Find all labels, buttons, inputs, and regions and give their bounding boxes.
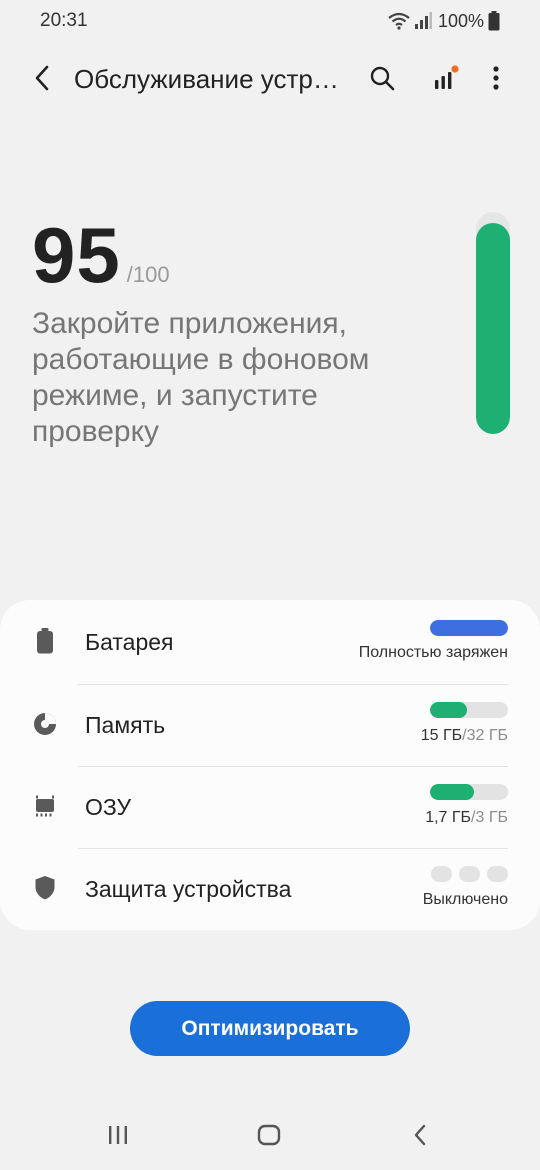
storage-used: 15 ГБ xyxy=(420,727,463,744)
home-icon xyxy=(257,1124,281,1151)
battery-meter-fill xyxy=(430,620,508,636)
ram-total: /3 ГБ xyxy=(471,809,508,826)
ram-used: 1,7 ГБ xyxy=(425,809,472,826)
chevron-left-icon xyxy=(33,64,51,97)
battery-percentage: 100% xyxy=(437,10,484,31)
list-item-storage[interactable]: Память 15 ГБ/32 ГБ xyxy=(0,684,540,766)
ram-status: 1,7 ГБ/3 ГБ xyxy=(425,809,508,827)
security-indicator xyxy=(431,866,508,882)
score-value: 95 xyxy=(32,211,121,299)
app-bar: Обслуживание устройства xyxy=(0,50,540,110)
shield-icon xyxy=(32,875,58,901)
list-item-security[interactable]: Защита устройства Выключено xyxy=(0,848,540,930)
indicator-dot xyxy=(487,866,508,882)
storage-status: 15 ГБ/32 ГБ xyxy=(421,727,508,745)
list-item-label: Защита устройства xyxy=(85,876,292,902)
list-item-label: Батарея xyxy=(85,629,174,655)
signal-bars-icon xyxy=(432,64,460,97)
score-message: Закройте приложения, работающие в фоново… xyxy=(32,307,370,448)
score-max: /100 xyxy=(126,262,170,287)
list-item-label: Память xyxy=(85,712,166,738)
list-item-battery[interactable]: Батарея Полностью заряжен xyxy=(0,600,540,682)
diagnostics-button[interactable] xyxy=(428,62,464,98)
status-time: 20:31 xyxy=(40,10,88,31)
score-bar-fill xyxy=(476,223,510,434)
battery-icon xyxy=(32,628,58,654)
home-button[interactable] xyxy=(249,1122,289,1152)
device-score: 95 /100 xyxy=(32,210,170,301)
security-status: Выключено xyxy=(422,891,508,908)
status-card: Батарея Полностью заряжен Память 15 ГБ/3… xyxy=(0,600,540,930)
back-button[interactable] xyxy=(24,62,60,98)
battery-meter xyxy=(430,620,508,636)
status-icons: 100% xyxy=(388,9,500,33)
storage-meter xyxy=(430,702,508,718)
more-options-button[interactable] xyxy=(478,62,514,98)
back-icon xyxy=(413,1124,427,1151)
wifi-icon xyxy=(388,12,410,30)
recents-button[interactable] xyxy=(98,1122,138,1152)
memory-chip-icon xyxy=(32,793,58,819)
recents-icon xyxy=(107,1125,129,1150)
search-icon xyxy=(369,65,395,96)
storage-pie-icon xyxy=(32,711,58,737)
battery-status-icon xyxy=(488,11,500,31)
battery-status: Полностью заряжен xyxy=(358,644,508,661)
more-vertical-icon xyxy=(492,65,500,96)
ram-meter-fill xyxy=(430,784,475,800)
status-bar: 20:31 100% xyxy=(0,0,540,44)
list-item-ram[interactable]: ОЗУ 1,7 ГБ/3 ГБ xyxy=(0,766,540,848)
indicator-dot xyxy=(431,866,452,882)
score-bar xyxy=(476,212,510,434)
cellular-signal-icon xyxy=(414,12,432,30)
storage-total: /32 ГБ xyxy=(462,727,508,744)
indicator-dot xyxy=(459,866,480,882)
list-item-label: ОЗУ xyxy=(85,794,132,820)
ram-meter xyxy=(430,784,508,800)
system-back-button[interactable] xyxy=(400,1122,440,1152)
page-title: Обслуживание устройства xyxy=(74,64,344,94)
navigation-bar xyxy=(0,1104,540,1170)
storage-meter-fill xyxy=(430,702,467,718)
search-button[interactable] xyxy=(364,62,400,98)
optimize-button[interactable]: Оптимизировать xyxy=(130,1001,410,1056)
